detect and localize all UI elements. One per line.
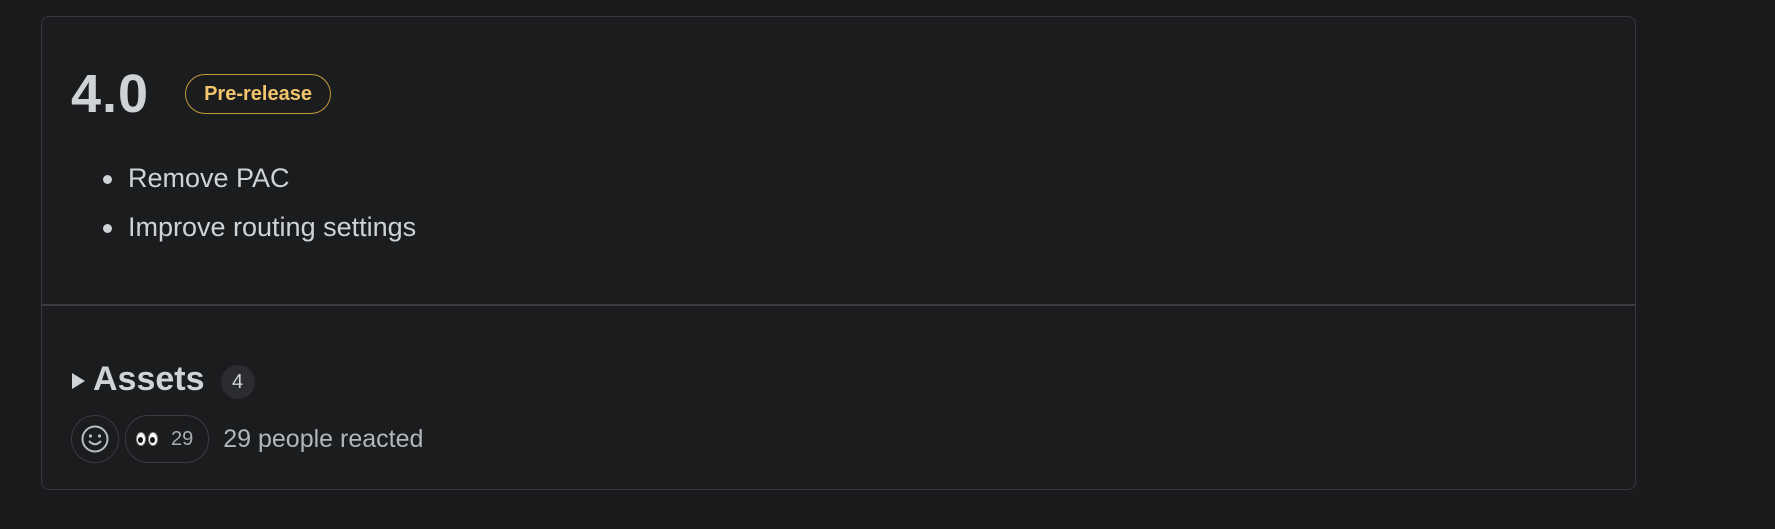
release-note-item: Remove PAC <box>98 165 416 192</box>
smiley-icon <box>81 425 109 453</box>
assets-toggle[interactable]: Assets 4 <box>72 359 255 399</box>
add-reaction-button[interactable] <box>71 415 119 463</box>
assets-count-badge: 4 <box>220 365 255 399</box>
pre-release-badge: Pre-release <box>185 74 331 114</box>
release-version[interactable]: 4.0 <box>71 67 149 121</box>
reactions-summary: 29 people reacted <box>223 424 424 453</box>
assets-title: Assets <box>93 360 205 398</box>
eyes-reaction-count: 29 <box>171 427 194 450</box>
release-note-item: Improve routing settings <box>98 214 416 241</box>
eyes-emoji-icon <box>136 432 158 446</box>
disclosure-triangle-icon <box>72 373 85 389</box>
release-header: 4.0 Pre-release <box>71 67 331 121</box>
section-divider <box>42 304 1635 306</box>
release-notes-list: Remove PAC Improve routing settings <box>98 165 416 263</box>
reactions-bar: 29 29 people reacted <box>71 415 423 463</box>
eyes-reaction-button[interactable]: 29 <box>125 415 210 463</box>
release-card: 4.0 Pre-release Remove PAC Improve routi… <box>41 16 1636 490</box>
